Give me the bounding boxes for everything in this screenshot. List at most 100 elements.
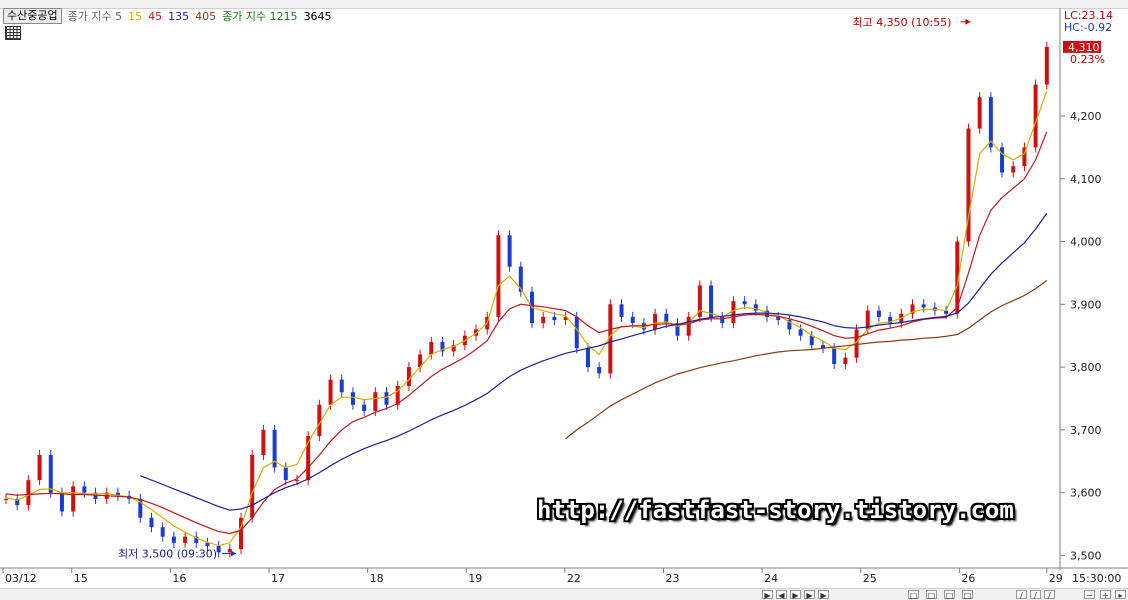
y-tick-label: 3,800 <box>1070 361 1102 374</box>
y-tick-label: 4,200 <box>1070 110 1102 123</box>
price-candle <box>843 357 848 364</box>
price-candle <box>362 404 367 412</box>
price-candle <box>597 367 602 374</box>
ma405-line <box>565 280 1048 440</box>
price-candle <box>283 467 288 481</box>
x-tick-label: 03/12 <box>5 572 37 585</box>
price-candle <box>1044 46 1049 85</box>
draw-line-icon-3[interactable]: / <box>1044 590 1055 600</box>
scroll-prev-icon[interactable]: ◀ <box>776 590 787 600</box>
scroll-end-icon[interactable]: ▶ <box>818 590 829 600</box>
price-candle <box>250 454 255 518</box>
chart-window: 수산중공업 종가 지수 5 15 45 135 405 종가 지수 1215 3… <box>0 0 1128 600</box>
price-candle <box>776 316 781 321</box>
x-tick-label: 26 <box>961 572 975 585</box>
low-arrow-head <box>231 550 236 557</box>
tool-icon-2[interactable]: □ <box>926 590 937 600</box>
price-candle <box>988 97 993 148</box>
price-candle <box>552 316 557 321</box>
price-candle <box>294 480 299 482</box>
price-candle <box>496 235 501 317</box>
change-pct-label: 0.23% <box>1070 53 1105 66</box>
price-candle <box>384 392 389 405</box>
price-candle <box>171 536 176 543</box>
x-tick-label: 19 <box>468 572 482 585</box>
watermark-text: http://fastfast-story.tistory.com <box>537 496 1014 524</box>
price-candle <box>720 316 725 324</box>
x-tick-label: 17 <box>271 572 285 585</box>
high-arrow-head <box>965 18 971 25</box>
low-annotation: 최저 3,500 (09:30) <box>118 547 217 560</box>
tool-icon-3[interactable]: □ <box>944 590 955 600</box>
price-candle <box>48 454 53 493</box>
x-tick-label: 15 <box>74 572 88 585</box>
x-tick-label: 18 <box>370 572 384 585</box>
price-candle <box>4 498 8 500</box>
price-candle <box>1033 84 1038 148</box>
price-candle <box>541 316 546 324</box>
scroll-right-icon[interactable]: ▸ <box>1115 590 1126 600</box>
price-candle <box>921 304 926 308</box>
price-candle <box>82 486 87 493</box>
price-candle <box>1011 166 1016 173</box>
price-candle <box>216 546 221 553</box>
high-annotation: 최고 4,350 (10:55) <box>852 16 951 29</box>
price-candle <box>585 348 590 368</box>
zoom-out-icon[interactable]: − <box>1084 590 1095 600</box>
price-candle <box>1000 147 1005 173</box>
ma45-line <box>5 131 1048 535</box>
price-candle <box>574 316 579 349</box>
tool-icon-1[interactable]: □ <box>908 590 919 600</box>
price-candle <box>742 301 747 305</box>
price-candle <box>71 486 76 512</box>
price-candle <box>59 492 64 512</box>
price-candle <box>429 341 434 355</box>
y-tick-label: 3,900 <box>1070 298 1102 311</box>
scroll-first-icon[interactable]: ▶ <box>762 590 773 600</box>
price-candle <box>183 536 188 543</box>
price-candle <box>26 480 31 506</box>
price-candle <box>731 301 736 324</box>
price-candle <box>809 335 814 346</box>
price-candle <box>709 285 714 317</box>
price-candle <box>373 392 378 412</box>
x-tick-label: 25 <box>863 572 877 585</box>
scroll-last-icon[interactable]: ▶ <box>804 590 815 600</box>
price-candle <box>876 310 881 317</box>
x-tick-label: 29 <box>1049 572 1063 585</box>
draw-line-icon[interactable]: / <box>1016 590 1027 600</box>
y-tick-label: 4,100 <box>1070 173 1102 186</box>
price-candle <box>406 367 411 386</box>
price-candle <box>149 517 154 528</box>
price-candle <box>205 542 210 547</box>
zoom-in-icon[interactable]: + <box>1100 590 1111 600</box>
draw-line-icon-2[interactable]: / <box>1030 590 1041 600</box>
price-candle <box>832 348 837 364</box>
price-candle <box>339 379 344 393</box>
price-candle <box>160 527 165 537</box>
y-tick-label: 3,600 <box>1070 487 1102 500</box>
y-tick-label: 4,000 <box>1070 236 1102 249</box>
price-candle <box>630 316 635 324</box>
y-tick-label: 3,700 <box>1070 424 1102 437</box>
scroll-next-icon[interactable]: ▶ <box>790 590 801 600</box>
time-label: 15:30:00 <box>1072 572 1121 585</box>
price-candle <box>686 316 691 336</box>
price-candle <box>507 235 512 267</box>
y-tick-label: 3,500 <box>1070 549 1102 562</box>
price-candle <box>619 304 624 317</box>
price-candle <box>798 329 803 336</box>
price-candle <box>37 454 42 481</box>
price-candle <box>350 392 355 405</box>
price-candle <box>328 379 333 405</box>
price-candle <box>261 429 266 455</box>
x-tick-label: 24 <box>764 572 778 585</box>
x-tick-label: 16 <box>172 572 186 585</box>
x-tick-label: 23 <box>666 572 680 585</box>
tool-icon-4[interactable]: □ <box>962 590 973 600</box>
hc-indicator: HC:-0.92 <box>1064 21 1112 34</box>
x-tick-label: 22 <box>567 572 581 585</box>
price-candle <box>977 97 982 129</box>
price-candle <box>653 313 658 330</box>
bottom-scroll-bar[interactable] <box>0 588 1128 600</box>
